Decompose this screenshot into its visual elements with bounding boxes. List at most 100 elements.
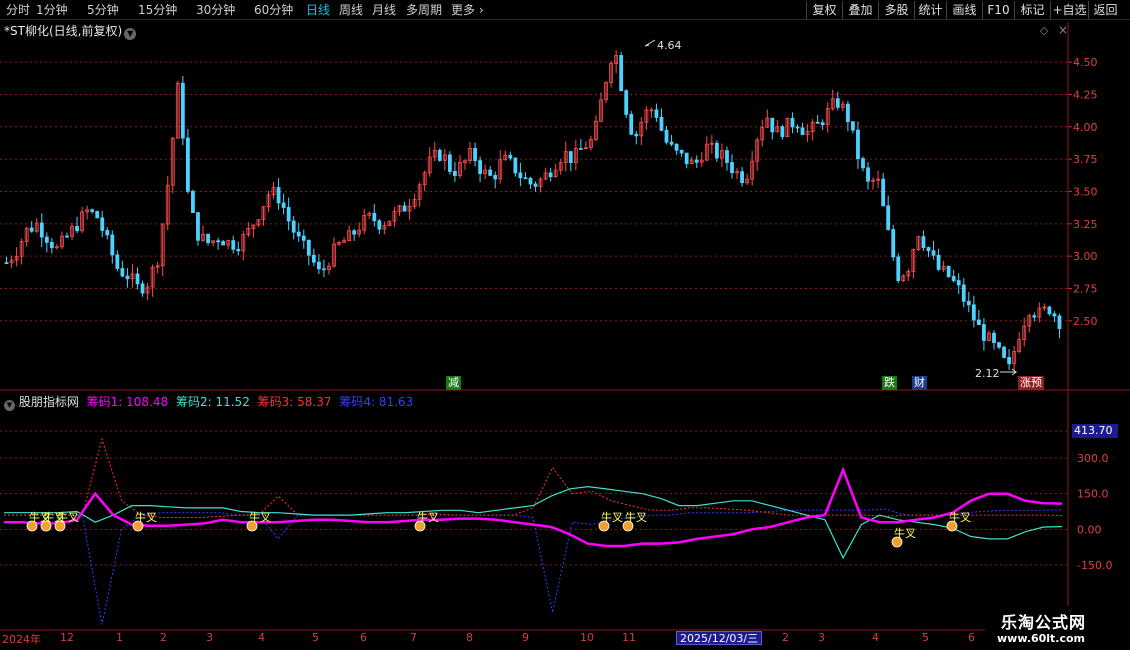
candle-body: [120, 268, 125, 277]
candle-body: [29, 227, 34, 232]
candle-body: [961, 284, 966, 302]
candle-body: [105, 230, 110, 236]
candle-body: [311, 254, 316, 263]
candle-body: [95, 211, 100, 219]
period-tab-weekly[interactable]: 周线: [339, 2, 363, 18]
candle-body: [629, 114, 634, 135]
month-label: 10: [580, 631, 594, 644]
period-tab-monthly[interactable]: 月线: [372, 2, 396, 18]
candle-body: [447, 154, 452, 172]
more-label: 更多: [451, 3, 476, 17]
month-label: 5: [922, 631, 929, 644]
period-tab-fenshi[interactable]: 分时: [6, 2, 30, 18]
f10-button[interactable]: F10: [982, 1, 1014, 19]
period-tab-1min[interactable]: 1分钟: [36, 2, 68, 18]
month-label: 6: [360, 631, 367, 644]
period-tab-daily[interactable]: 日线: [306, 2, 330, 18]
candle-body: [679, 149, 684, 154]
candle-body: [886, 205, 891, 230]
candle-body: [488, 169, 493, 176]
multi-stock-button[interactable]: 多股: [878, 1, 914, 19]
candle-body: [568, 151, 573, 163]
high-arrow: [644, 39, 656, 47]
candle-body: [795, 126, 800, 129]
candle-body: [992, 332, 996, 344]
candle-body: [291, 220, 296, 233]
candle-body: [921, 236, 926, 248]
watermark-title: 乐淘公式网: [1001, 613, 1087, 632]
kline-chart[interactable]: 牛叉牛叉牛叉 牛叉 牛叉 牛叉 牛叉 牛叉牛叉牛叉 4.50 4.25 4.00 3.75 3.5…: [0, 20, 1130, 640]
period-tab-15min[interactable]: 15分钟: [138, 2, 177, 18]
indicator-tick-label: 300.0: [1077, 452, 1109, 465]
candle-body: [306, 239, 311, 256]
candle-body: [1002, 346, 1006, 358]
statistics-button[interactable]: 统计: [914, 1, 946, 19]
drop-tag[interactable]: 跌: [882, 376, 897, 390]
close-icon[interactable]: ×: [1058, 23, 1068, 37]
candle-body: [528, 178, 533, 185]
period-tab-more[interactable]: 更多 ›: [451, 2, 484, 18]
chevron-right-icon: ›: [478, 3, 484, 17]
candle-body: [44, 236, 49, 243]
price-tick-label: 3.50: [1073, 185, 1098, 198]
overlay-button[interactable]: 叠加: [842, 1, 878, 19]
period-tab-30min[interactable]: 30分钟: [196, 2, 235, 18]
forecast-tag[interactable]: 涨预: [1018, 376, 1044, 390]
low-arrow: [1000, 368, 1018, 376]
candle-body: [982, 324, 986, 341]
candle-body: [513, 157, 518, 174]
chevron-down-icon[interactable]: ▼: [4, 400, 15, 411]
candle-body: [881, 178, 886, 207]
candle-body: [856, 129, 860, 160]
signal-label: 牛叉: [949, 510, 971, 524]
chip2-value: 筹码2: 11.52: [175, 395, 250, 409]
candle-body: [402, 205, 407, 212]
signal-label: 牛叉: [135, 510, 157, 524]
price-tick-label: 3.00: [1073, 250, 1098, 263]
candle-body: [180, 82, 185, 139]
candle-body: [493, 174, 498, 180]
candle-body: [946, 265, 951, 277]
candle-body: [523, 177, 528, 180]
price-tick-label: 4.00: [1073, 121, 1098, 134]
chip3-value: 筹码3: 58.37: [257, 395, 332, 409]
diamond-icon[interactable]: ◇: [1040, 24, 1048, 37]
candle-body: [619, 55, 624, 92]
candle-body: [966, 300, 971, 306]
signal-label: 牛叉: [417, 510, 439, 524]
period-tab-multi[interactable]: 多周期: [406, 2, 442, 18]
candle-body: [971, 304, 976, 321]
candle-body: [1007, 356, 1011, 365]
period-tab-5min[interactable]: 5分钟: [87, 2, 119, 18]
candle-body: [936, 254, 941, 270]
mark-button[interactable]: 标记: [1014, 1, 1050, 19]
indicator-name[interactable]: 股朋指标网: [19, 395, 79, 409]
stock-title[interactable]: *ST柳化(日线,前复权) ▼: [4, 22, 137, 40]
month-label: 12: [60, 631, 74, 644]
candle-body: [377, 220, 382, 230]
period-tab-60min[interactable]: 60分钟: [254, 2, 293, 18]
signal-marker: 牛叉: [946, 510, 971, 532]
month-label: 4: [258, 631, 265, 644]
back-button[interactable]: 返回: [1088, 1, 1122, 19]
indicator-tick-label: 0.00: [1077, 523, 1102, 536]
finance-tag[interactable]: 财: [912, 376, 927, 390]
candle-body: [316, 261, 321, 270]
month-label: 1: [116, 631, 123, 644]
reduce-tag[interactable]: 减: [446, 376, 461, 390]
candle-body: [820, 122, 825, 126]
month-label: 2: [160, 631, 167, 644]
month-label: 9: [522, 631, 529, 644]
candle-body: [997, 342, 1001, 348]
chip4-value: 筹码4: 81.63: [339, 395, 414, 409]
candle-body: [578, 148, 583, 150]
price-tick-label: 2.50: [1073, 315, 1098, 328]
signal-label: 牛叉: [625, 510, 647, 524]
candle-body: [140, 283, 145, 294]
add-watchlist-button[interactable]: +自选: [1050, 1, 1088, 19]
draw-line-button[interactable]: 画线: [946, 1, 982, 19]
chevron-down-icon[interactable]: ▼: [124, 28, 137, 40]
candle-body: [694, 159, 699, 163]
restore-rights-button[interactable]: 复权: [806, 1, 842, 19]
candle-body: [931, 250, 936, 256]
